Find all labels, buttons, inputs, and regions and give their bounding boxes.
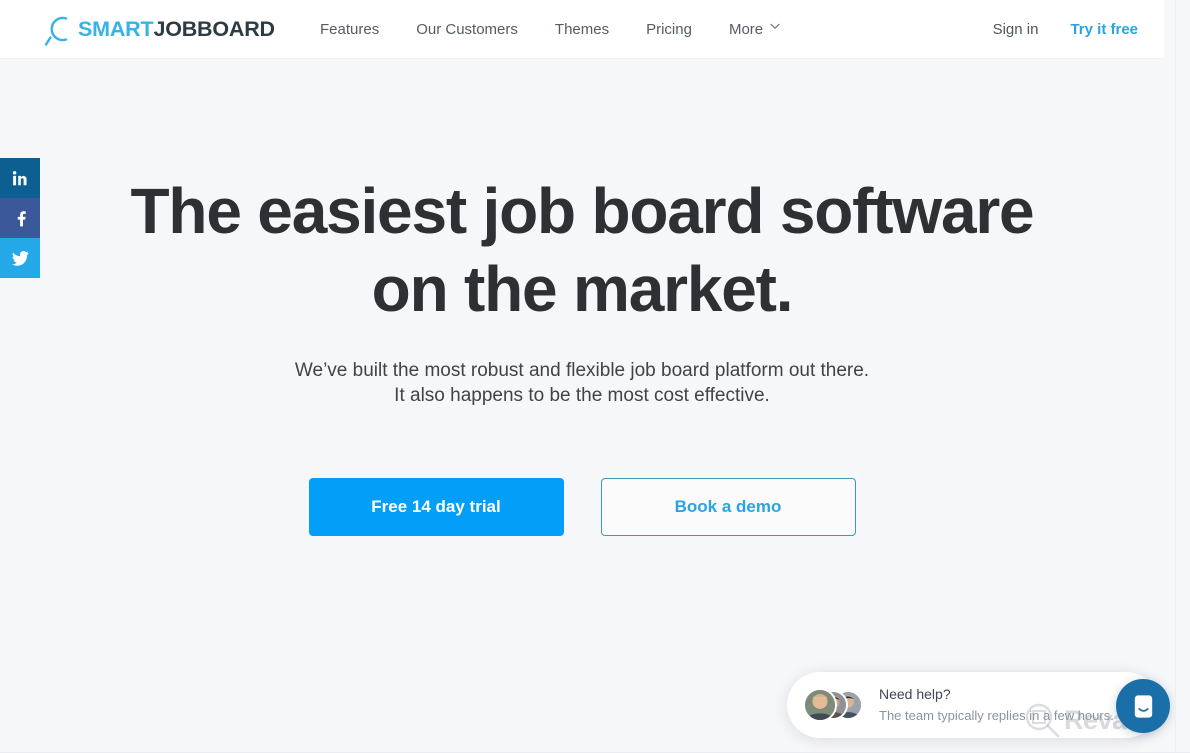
chat-launcher-button[interactable] [1116,679,1170,733]
sign-in-link[interactable]: Sign in [993,22,1039,37]
avatar [803,688,837,722]
hero-subtitle-line-1: We’ve built the most robust and flexible… [294,360,870,381]
site-header: SMARTJOBBOARD Features Our Customers The… [0,0,1164,59]
chat-title: Need help? [879,686,951,703]
linkedin-icon [12,170,29,187]
primary-navigation: Features Our Customers Themes Pricing Mo… [320,0,780,59]
social-share-twitter[interactable] [0,238,40,278]
hero-title-line-1: The easiest job board software [130,175,1035,247]
chevron-down-icon [770,23,780,32]
logo-text: SMARTJOBBOARD [78,19,275,41]
book-a-demo-button[interactable]: Book a demo [600,478,856,536]
logo-smart-text: SMART [78,17,154,42]
twitter-icon [11,250,29,267]
page-root: SMARTJOBBOARD Features Our Customers The… [0,0,1190,753]
header-actions: Sign in Try it free [993,0,1138,59]
nav-item-pricing[interactable]: Pricing [646,22,692,37]
intercom-face-icon [1130,693,1157,720]
social-share-linkedin[interactable] [0,158,40,198]
logo[interactable]: SMARTJOBBOARD [42,12,275,48]
nav-item-label: Our Customers [416,21,518,38]
hero-title-line-2: on the market. [371,253,794,325]
hero-section: The easiest job board software on the ma… [0,59,1164,536]
facebook-icon [12,210,29,227]
nav-item-our-customers[interactable]: Our Customers [416,22,518,37]
scrollbar-track[interactable] [1175,0,1190,753]
chat-subtitle: The team typically replies in a few hour… [879,708,1114,724]
nav-item-more[interactable]: More [728,21,780,38]
nav-item-label: Themes [554,21,610,38]
magnifier-icon [42,13,76,47]
nav-item-label: Pricing [646,21,692,38]
try-it-free-link[interactable]: Try it free [1070,22,1138,37]
social-share-facebook[interactable] [0,198,40,238]
chat-message-panel[interactable]: Need help? The team typically replies in… [787,672,1159,738]
hero-cta-row: Free 14 day trial Book a demo [0,408,1164,536]
hero-subtitle-line-2: It also happens to be the most cost effe… [394,385,770,406]
nav-item-features[interactable]: Features [320,22,379,37]
nav-item-themes[interactable]: Themes [555,22,609,37]
nav-item-label: Features [320,21,380,38]
chat-text-block: Need help? The team typically replies in… [879,686,1114,723]
chat-avatar-group [803,688,867,722]
free-trial-button[interactable]: Free 14 day trial [308,478,564,536]
social-share-rail [0,158,40,278]
nav-item-label: More [728,21,764,38]
page-title: The easiest job board software on the ma… [0,59,1164,328]
hero-subtitle: We’ve built the most robust and flexible… [0,328,1164,408]
logo-jobboard-text: JOBBOARD [153,17,275,42]
